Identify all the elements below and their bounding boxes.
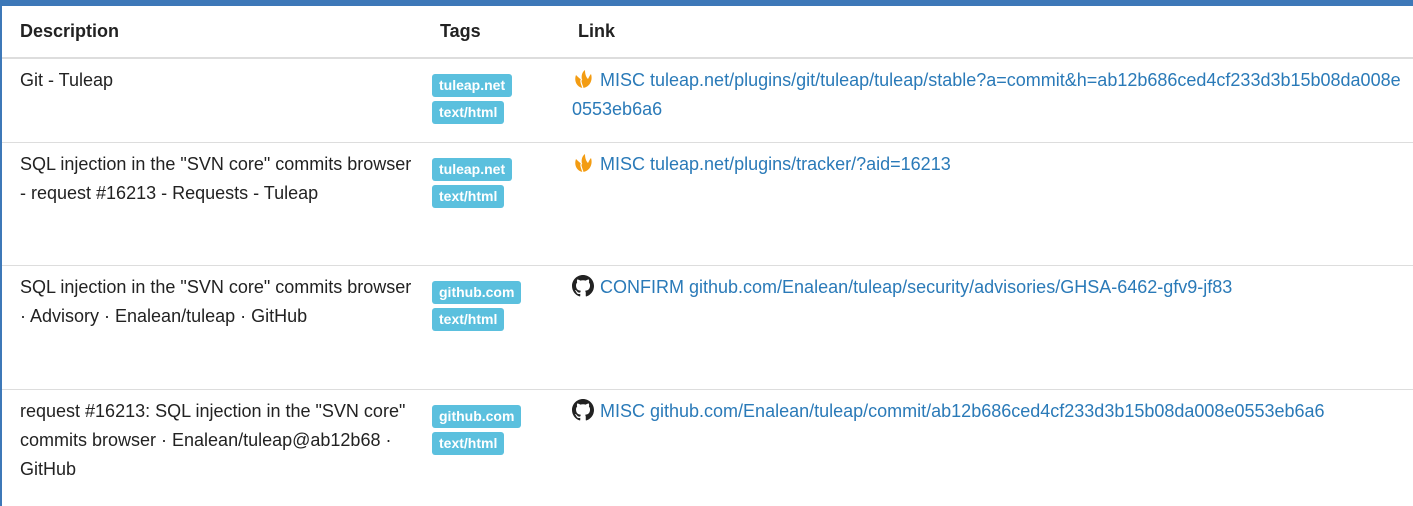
table-row: Git - Tuleap tuleap.net text/html MISC t… xyxy=(2,57,1413,142)
domain-tag: tuleap.net xyxy=(432,157,513,181)
row-description: SQL injection in the "SVN core" commits … xyxy=(2,264,422,389)
row-link-cell: MISC tuleap.net/plugins/tracker/?aid=162… xyxy=(560,141,1413,265)
github-icon xyxy=(572,398,594,421)
column-header-tags: Tags xyxy=(422,6,560,59)
tuleap-icon xyxy=(572,152,594,174)
column-header-link: Link xyxy=(560,6,1413,59)
reference-link-text: MISC github.com/Enalean/tuleap/commit/ab… xyxy=(600,400,1325,421)
row-tags: github.com text/html xyxy=(422,388,560,506)
mime-tag: text/html xyxy=(432,101,505,124)
mime-tag: text/html xyxy=(432,307,505,331)
domain-tag: github.com xyxy=(432,404,522,428)
row-description: SQL injection in the "SVN core" commits … xyxy=(2,141,422,265)
reference-link[interactable]: MISC tuleap.net/plugins/git/tuleap/tulea… xyxy=(572,70,1401,119)
domain-tag: tuleap.net xyxy=(432,74,513,97)
reference-link-text: MISC tuleap.net/plugins/tracker/?aid=162… xyxy=(600,153,951,174)
row-description: request #16213: SQL injection in the "SV… xyxy=(2,388,422,506)
row-tags: tuleap.net text/html xyxy=(422,57,560,142)
row-link-cell: MISC tuleap.net/plugins/git/tuleap/tulea… xyxy=(560,57,1413,142)
table-header-row: Description Tags Link xyxy=(2,6,1413,59)
mime-tag: text/html xyxy=(432,431,505,455)
reference-link[interactable]: CONFIRM github.com/Enalean/tuleap/securi… xyxy=(572,274,1233,297)
reference-link[interactable]: MISC github.com/Enalean/tuleap/commit/ab… xyxy=(572,398,1325,421)
github-icon xyxy=(572,274,594,297)
reference-link-text: CONFIRM github.com/Enalean/tuleap/securi… xyxy=(600,276,1233,297)
mime-tag: text/html xyxy=(432,184,505,208)
domain-tag: github.com xyxy=(432,280,522,304)
row-description: Git - Tuleap xyxy=(2,57,422,142)
tuleap-icon xyxy=(572,68,594,90)
table-row: SQL injection in the "SVN core" commits … xyxy=(2,264,1413,389)
row-link-cell: CONFIRM github.com/Enalean/tuleap/securi… xyxy=(560,264,1413,389)
table-row: SQL injection in the "SVN core" commits … xyxy=(2,141,1413,265)
table-row: request #16213: SQL injection in the "SV… xyxy=(2,388,1413,506)
row-tags: tuleap.net text/html xyxy=(422,141,560,265)
references-table: Description Tags Link Git - Tuleap tulea… xyxy=(2,6,1413,506)
row-link-cell: MISC github.com/Enalean/tuleap/commit/ab… xyxy=(560,388,1413,506)
column-header-description: Description xyxy=(2,6,422,59)
references-panel: Description Tags Link Git - Tuleap tulea… xyxy=(0,0,1413,506)
reference-link[interactable]: MISC tuleap.net/plugins/tracker/?aid=162… xyxy=(572,152,951,174)
reference-link-text: MISC tuleap.net/plugins/git/tuleap/tulea… xyxy=(572,70,1401,119)
row-tags: github.com text/html xyxy=(422,264,560,389)
